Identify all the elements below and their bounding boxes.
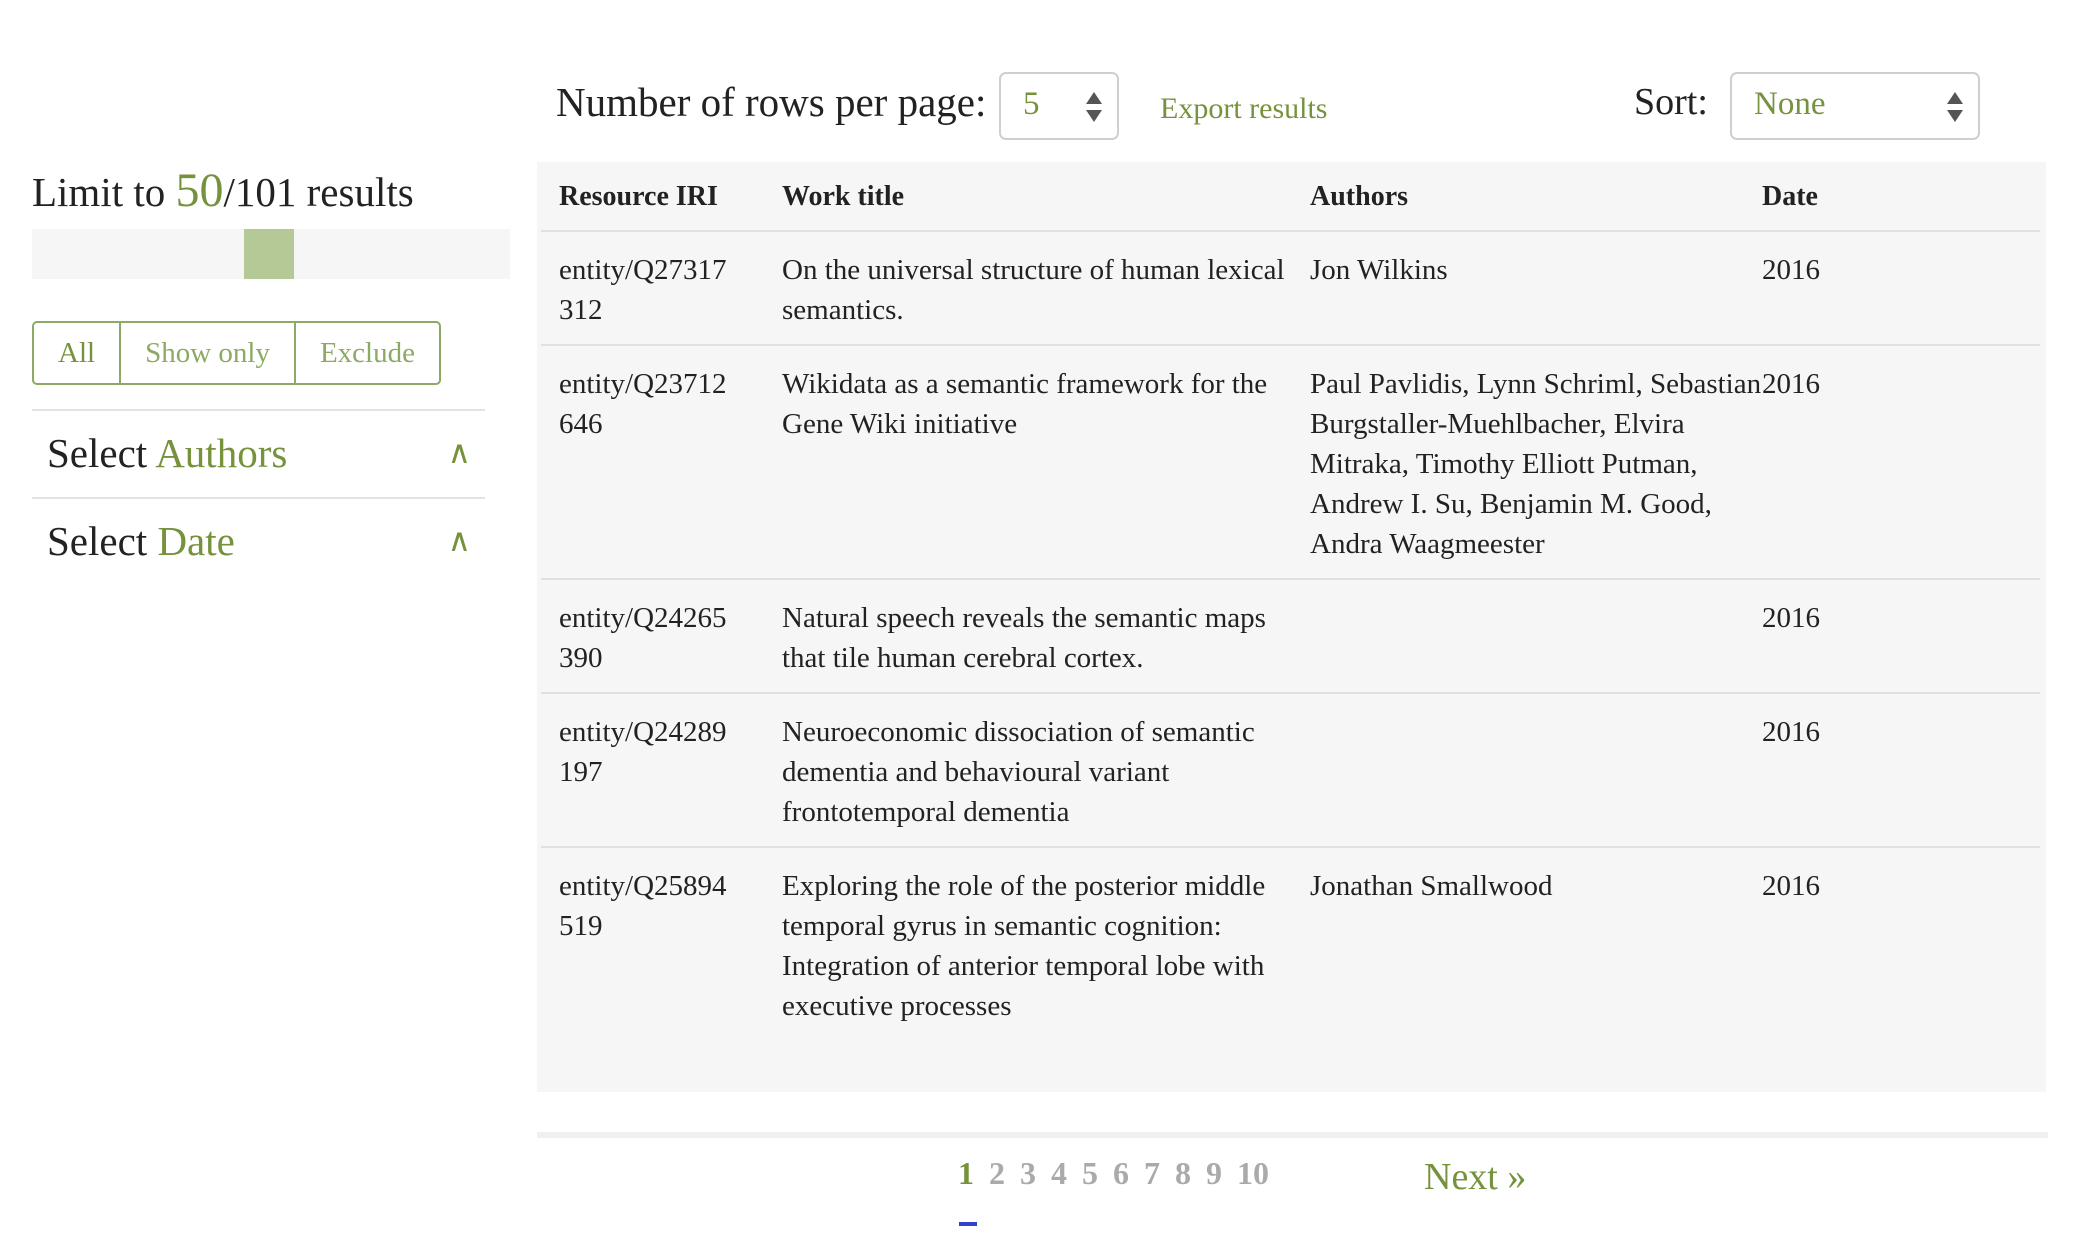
facet-date-label: Select Date [47, 517, 235, 565]
rows-per-page-select[interactable]: 5 [999, 72, 1119, 140]
next-page-link[interactable]: Next » [1424, 1155, 1526, 1199]
table-row: entity/Q23712 646 Wikidata as a semantic… [541, 344, 2040, 579]
chevron-up-icon[interactable]: ∧ [448, 433, 471, 471]
page-link-2[interactable]: 2 [989, 1155, 1005, 1192]
page-link-5[interactable]: 5 [1082, 1155, 1098, 1192]
limit-slider-handle[interactable] [243, 229, 294, 279]
export-results-link[interactable]: Export results [1160, 92, 1327, 126]
column-header-authors[interactable]: Authors [1310, 162, 1762, 231]
current-page-indicator [959, 1222, 977, 1226]
page-link-10[interactable]: 10 [1237, 1155, 1269, 1192]
filter-mode-all[interactable]: All [34, 323, 119, 383]
cell-work-title: Neuroeconomic dissociation of semantic d… [782, 692, 1310, 847]
facet-select-authors[interactable]: Select Authors ∧ [32, 409, 485, 497]
column-header-resource-iri[interactable]: Resource IRI [541, 162, 782, 231]
table-row: entity/Q24265 390 Natural speech reveals… [541, 578, 2040, 693]
sort-select[interactable]: None [1730, 72, 1980, 140]
cell-resource-iri[interactable]: entity/Q24289 197 [541, 692, 782, 847]
facet-date-prefix: Select [47, 518, 148, 564]
facet-authors-name: Authors [155, 430, 288, 476]
cell-resource-iri[interactable]: entity/Q27317 312 [541, 230, 782, 345]
cell-work-title: Exploring the role of the posterior midd… [782, 846, 1310, 1040]
pagination-divider [537, 1132, 2048, 1138]
table-row: entity/Q25894 519 Exploring the role of … [541, 846, 2040, 1040]
limit-prefix: Limit to [32, 169, 166, 215]
limit-value: 50 [175, 164, 224, 217]
select-arrows-icon [1085, 88, 1103, 126]
page-link-1[interactable]: 1 [958, 1155, 974, 1192]
cell-date: 2016 [1762, 578, 2040, 693]
cell-authors: Paul Pavlidis, Lynn Schriml, Sebastian B… [1310, 344, 1762, 579]
results-table: Resource IRI Work title Authors Date ent… [537, 162, 2046, 1092]
filter-mode-toggle: All Show only Exclude [32, 321, 441, 385]
facet-authors-prefix: Select [47, 430, 148, 476]
facet-authors-label: Select Authors [47, 429, 287, 477]
page-link-4[interactable]: 4 [1051, 1155, 1067, 1192]
cell-work-title: Natural speech reveals the semantic maps… [782, 578, 1310, 693]
page-link-3[interactable]: 3 [1020, 1155, 1036, 1192]
cell-date: 2016 [1762, 230, 2040, 345]
cell-date: 2016 [1762, 846, 2040, 1040]
sort-value: None [1754, 86, 1826, 122]
rows-per-page-value: 5 [1023, 86, 1040, 122]
table-header-row: Resource IRI Work title Authors Date [541, 162, 2040, 231]
cell-resource-iri[interactable]: entity/Q25894 519 [541, 846, 782, 1040]
cell-resource-iri[interactable]: entity/Q24265 390 [541, 578, 782, 693]
chevron-up-icon[interactable]: ∧ [448, 521, 471, 559]
cell-date: 2016 [1762, 692, 2040, 847]
pagination: 1 2 3 4 5 6 7 8 9 10 [958, 1155, 1269, 1215]
sort-label: Sort: [1634, 81, 1708, 123]
page-link-8[interactable]: 8 [1175, 1155, 1191, 1192]
page-link-7[interactable]: 7 [1144, 1155, 1160, 1192]
table-row: entity/Q24289 197 Neuroeconomic dissocia… [541, 692, 2040, 847]
table-row: entity/Q27317 312 On the universal struc… [541, 230, 2040, 345]
facet-date-name: Date [157, 518, 235, 564]
cell-authors [1310, 578, 1762, 693]
column-header-date[interactable]: Date [1762, 162, 2040, 231]
cell-work-title: Wikidata as a semantic framework for the… [782, 344, 1310, 579]
facet-select-date[interactable]: Select Date ∧ [32, 497, 485, 585]
select-arrows-icon [1946, 88, 1964, 126]
rows-per-page-label: Number of rows per page: [556, 79, 987, 125]
limit-slider[interactable] [32, 229, 510, 279]
filter-mode-show-only[interactable]: Show only [119, 323, 294, 383]
filter-mode-exclude[interactable]: Exclude [293, 323, 439, 383]
page-link-9[interactable]: 9 [1206, 1155, 1222, 1192]
limit-suffix: /101 results [223, 169, 414, 215]
cell-authors: Jonathan Smallwood [1310, 846, 1762, 1040]
cell-date: 2016 [1762, 344, 2040, 579]
column-header-work-title[interactable]: Work title [782, 162, 1310, 231]
page-link-6[interactable]: 6 [1113, 1155, 1129, 1192]
cell-authors: Jon Wilkins [1310, 230, 1762, 345]
limit-label: Limit to 50/101 results [32, 163, 414, 218]
cell-authors [1310, 692, 1762, 847]
cell-resource-iri[interactable]: entity/Q23712 646 [541, 344, 782, 579]
cell-work-title: On the universal structure of human lexi… [782, 230, 1310, 345]
